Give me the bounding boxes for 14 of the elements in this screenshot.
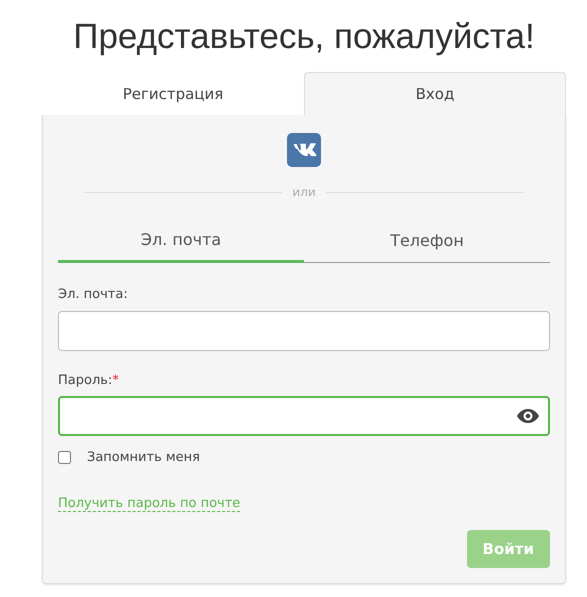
page-title: Представьтесь, пожалуйста! — [72, 16, 536, 58]
auth-tab[interactable]: Вход — [304, 72, 566, 115]
method-tab[interactable]: Телефон — [304, 219, 550, 263]
checkbox-label: Запомнить меня — [87, 449, 200, 467]
field-label: Эл. почта: — [58, 286, 129, 304]
field-label: Пароль:* — [58, 372, 120, 390]
eye-icon[interactable] — [516, 408, 540, 424]
auth-tab[interactable]: Регистрация — [42, 72, 304, 115]
email-field[interactable] — [58, 310, 550, 350]
vk-logo-icon[interactable] — [287, 133, 321, 167]
method-tab[interactable]: Эл. почта — [58, 219, 304, 263]
divider-text: или — [291, 184, 317, 201]
password-field[interactable] — [58, 396, 550, 436]
remember-checkbox[interactable] — [58, 451, 71, 464]
